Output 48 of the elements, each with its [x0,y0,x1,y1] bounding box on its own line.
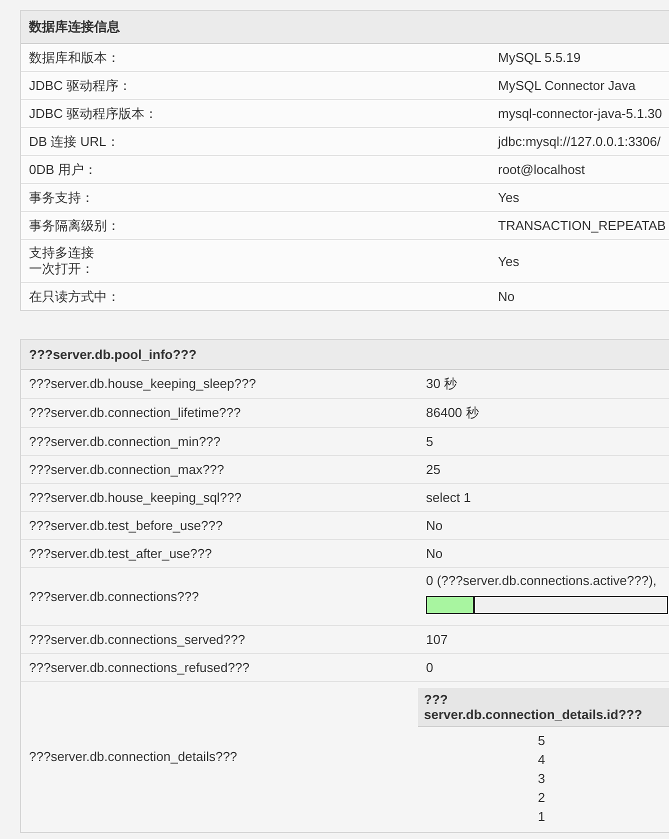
table-cell-text: 5 [536,732,546,750]
table-cell-text: ???server.db.connection_min??? [28,432,222,451]
table-heading: 数据库连接信息 [21,11,669,44]
table-cell: root@localhost [498,162,585,177]
table-cell-text: ???server.db.connections_served??? [28,630,246,649]
table-cell-text: 0 (???server.db.connections.active???), [426,573,658,588]
table-cell: 30 秒 [426,376,458,391]
column-header: ??? server.db.connection_details.id??? [418,688,669,727]
table-cell: 25 [426,462,440,477]
table-cell-text: ???server.db.house_keeping_sql??? [28,488,243,507]
table-cell-text: ???server.db.test_after_use??? [28,544,213,563]
table-cell-text: ???server.db.connections_refused??? [28,658,250,677]
table-cell: Yes [498,190,520,205]
table-cell-text: 在只读方式中： [28,288,121,306]
table-cell: No [426,546,443,561]
table-cell-text: ???server.db.connections??? [28,588,200,606]
table-cell-text: 0DB 用户： [28,160,98,178]
table-cell: No [498,289,515,304]
table-cell: mysql-connector-java-5.1.30 [498,106,662,121]
table-cell: No [426,518,443,533]
table-cell-text: 事务隔离级别： [28,216,121,234]
table-cell: MySQL 5.5.19 [498,50,581,65]
table-cell-text: ???server.db.house_keeping_sleep??? [28,375,257,393]
table-cell: 支持多连接 [29,245,94,261]
table-cell-text: ???server.db.connection_details??? [28,748,238,766]
table-cell-text: 1 [536,808,546,826]
table-cell-text: JDBC 驱动程序版本： [28,104,159,122]
table-cell-text: JDBC 驱动程序： [28,76,133,94]
table-cell: Yes [498,254,520,268]
table-cell: 一次打开： [29,261,94,277]
table-heading: ???server.db.pool_info??? [21,340,669,370]
table-cell-text: ???server.db.connection_max??? [28,460,226,479]
table-cell-text: ???server.db.test_before_use??? [28,516,224,535]
table-cell-text: DB 连接 URL： [28,132,120,150]
table-cell-text: 3 [536,770,546,788]
table-cell: select 1 [426,490,471,505]
table-cell-text: ???server.db.connection_lifetime??? [28,404,242,422]
table-cell: 5 [426,434,434,449]
table-cell-text: 2 [536,789,546,807]
table-cell: 86400 秒 [426,405,479,420]
table-cell: jdbc:mysql://127.0.0.1:3306/ [498,134,661,149]
table-cell: TRANSACTION_REPEATAB [498,218,666,233]
table-cell: MySQL Connector Java [498,78,636,93]
table-cell-text: 4 [536,751,546,769]
table-cell: 0 [426,660,434,675]
table-cell-text: 事务支持： [28,188,95,206]
table-cell-text: 数据库和版本： [28,48,121,66]
table-cell: 107 [426,632,448,647]
